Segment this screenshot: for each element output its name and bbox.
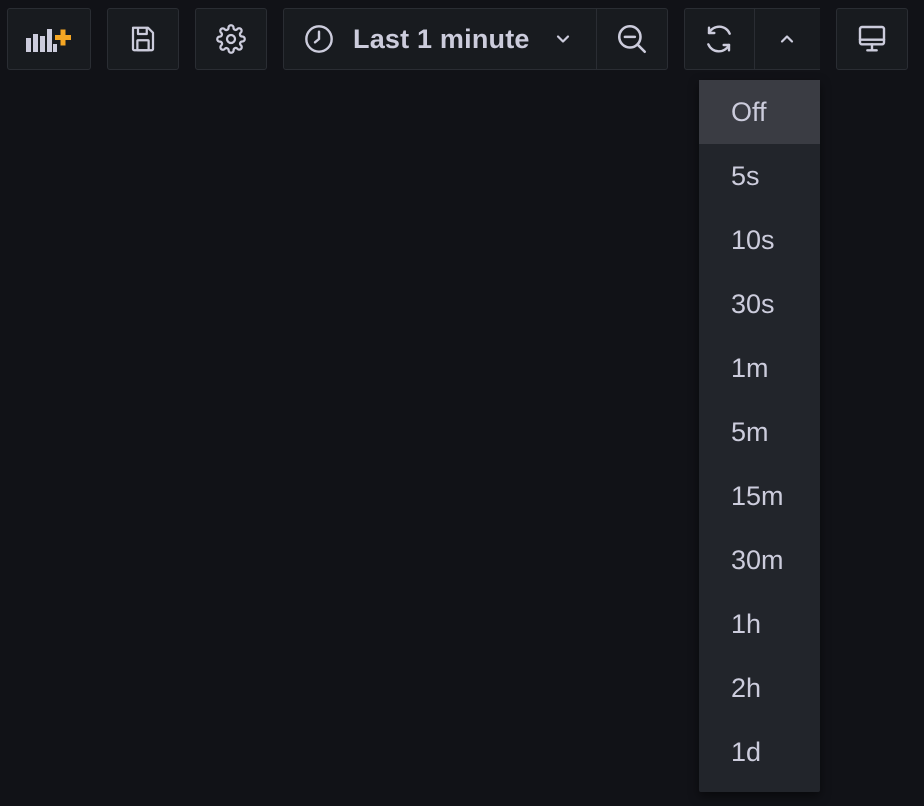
interval-option-5m[interactable]: 5m <box>699 400 820 464</box>
time-range-controls: Last 1 minute <box>283 8 668 70</box>
clock-icon <box>303 23 335 55</box>
refresh-icon <box>703 23 735 55</box>
refresh-button[interactable] <box>685 9 754 69</box>
monitor-icon <box>856 23 888 55</box>
refresh-controls <box>684 8 820 70</box>
interval-option-1m[interactable]: 1m <box>699 336 820 400</box>
tv-mode-button[interactable] <box>836 8 908 70</box>
interval-option-10s[interactable]: 10s <box>699 208 820 272</box>
refresh-interval-toggle[interactable] <box>753 9 820 69</box>
save-dashboard-button[interactable] <box>107 8 179 70</box>
interval-option-off[interactable]: Off <box>699 80 820 144</box>
refresh-interval-menu: Off 5s 10s 30s 1m 5m 15m 30m 1h 2h 1d <box>699 80 820 792</box>
zoom-out-button[interactable] <box>596 9 667 69</box>
interval-option-2h[interactable]: 2h <box>699 656 820 720</box>
save-icon <box>128 24 158 54</box>
interval-option-1d[interactable]: 1d <box>699 720 820 784</box>
add-panel-icon <box>24 24 74 54</box>
add-panel-button[interactable] <box>7 8 91 70</box>
interval-option-30m[interactable]: 30m <box>699 528 820 592</box>
chevron-up-icon <box>778 33 796 45</box>
interval-option-1h[interactable]: 1h <box>699 592 820 656</box>
interval-option-15m[interactable]: 15m <box>699 464 820 528</box>
dashboard-settings-button[interactable] <box>195 8 267 70</box>
zoom-out-icon <box>615 22 649 56</box>
time-range-label: Last 1 minute <box>353 23 530 54</box>
gear-icon <box>216 24 246 54</box>
interval-option-5s[interactable]: 5s <box>699 144 820 208</box>
chevron-down-icon <box>554 33 572 45</box>
dashboard-canvas: Last 1 minute Off 5s 10s 30s 1m 5m 15m 3… <box>0 0 924 806</box>
interval-option-30s[interactable]: 30s <box>699 272 820 336</box>
time-range-picker[interactable]: Last 1 minute <box>284 9 596 69</box>
